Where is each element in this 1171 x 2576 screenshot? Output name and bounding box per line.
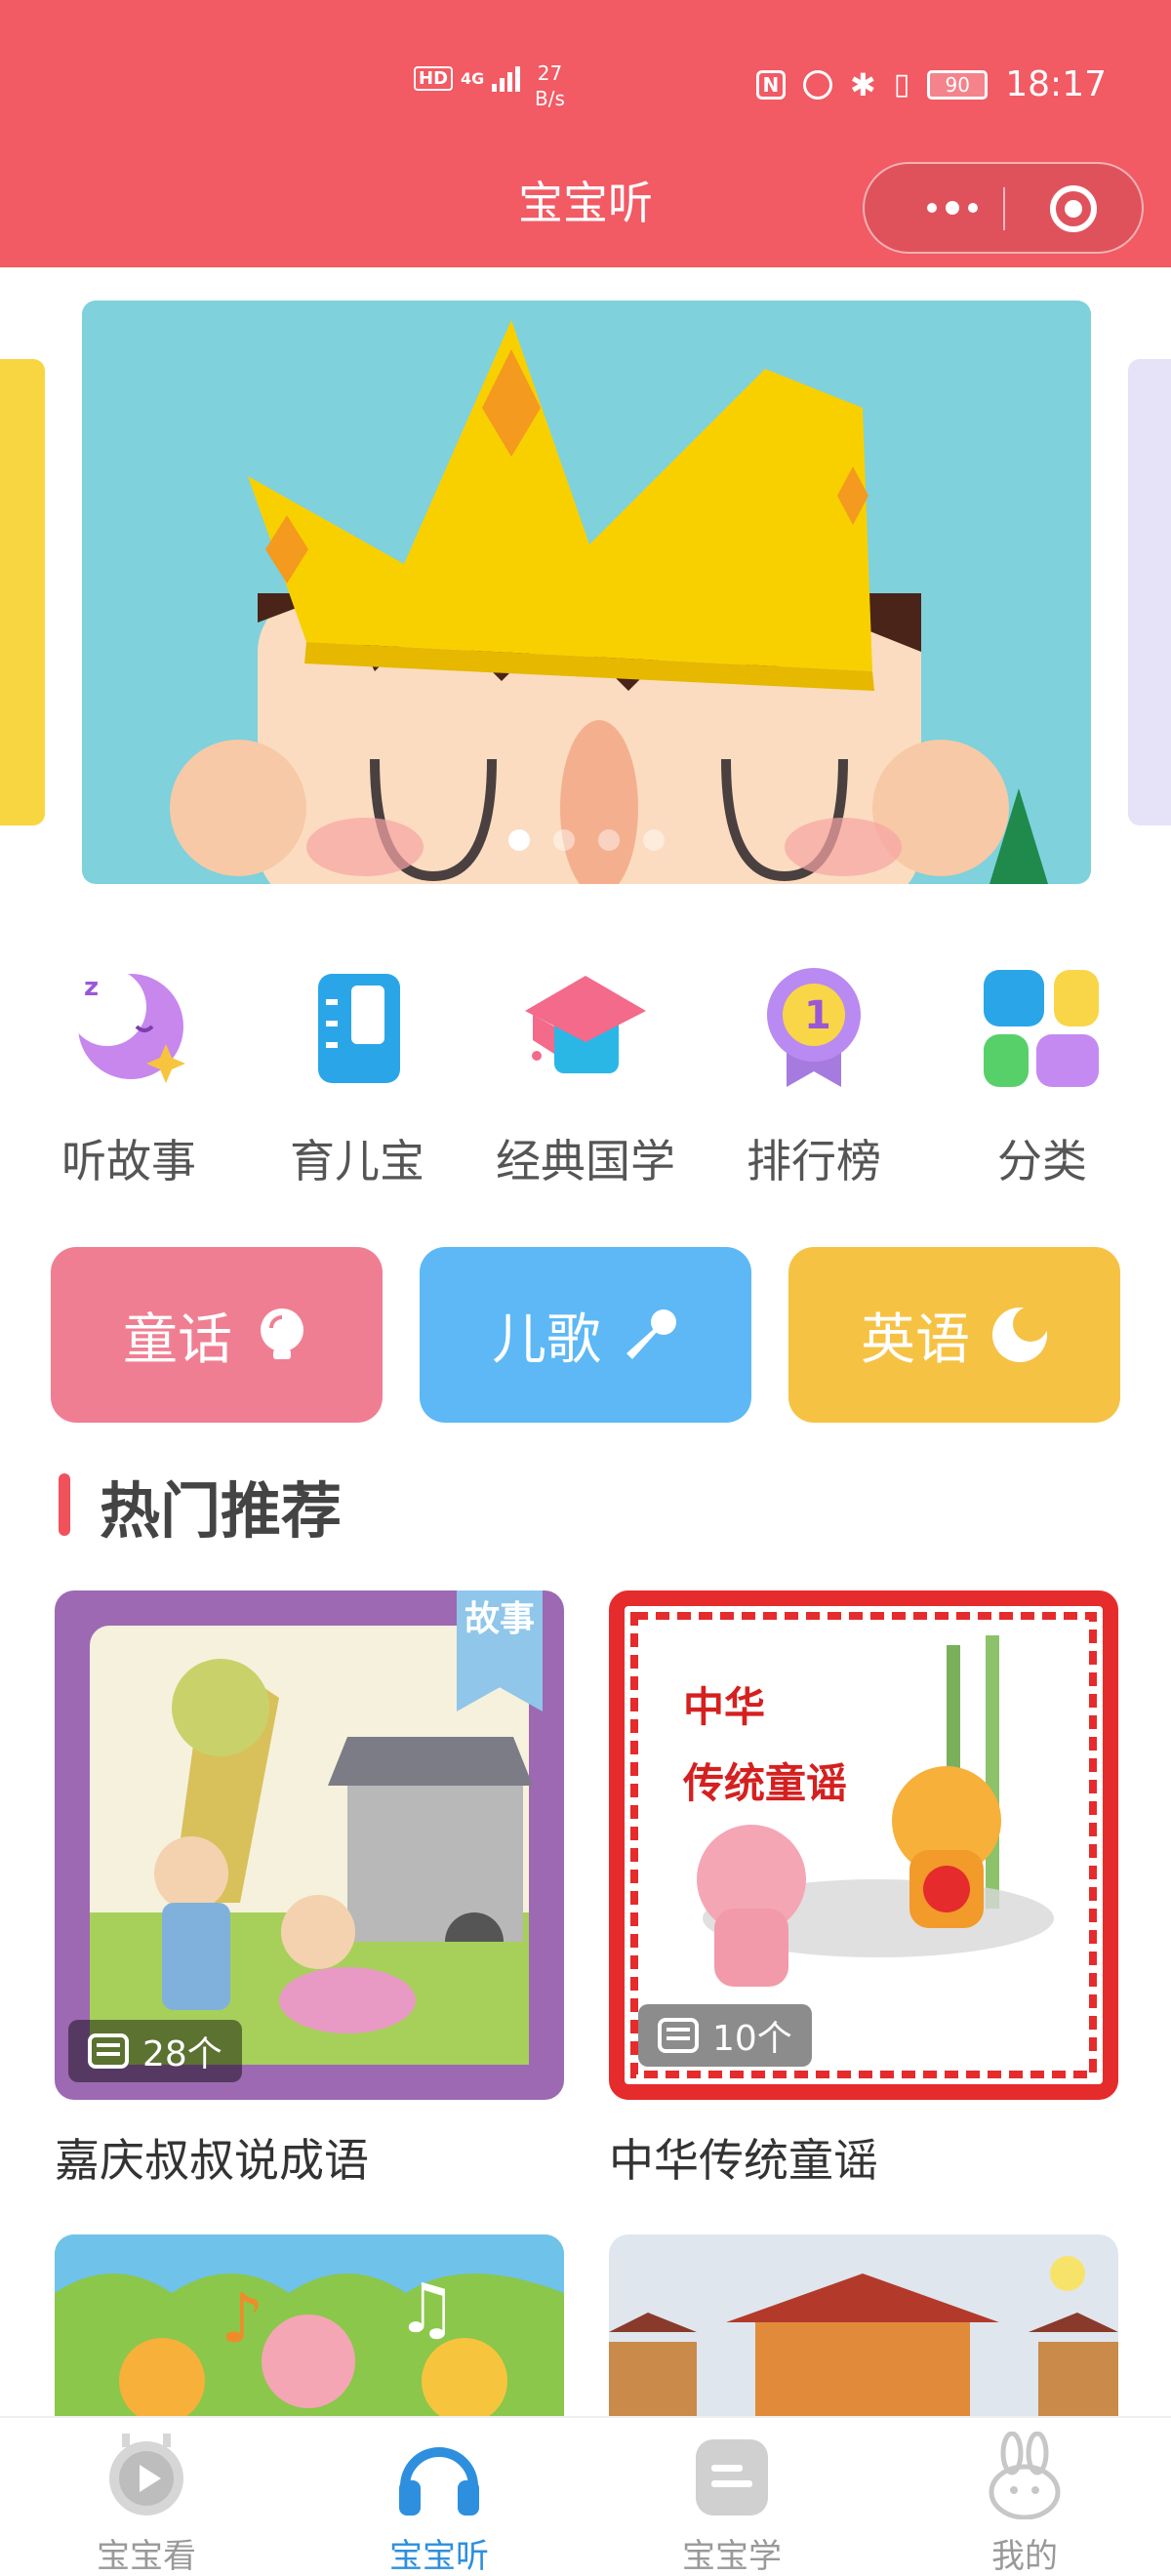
banner-illustration (170, 320, 1048, 884)
quick-nav-label: 育儿宝 (290, 1135, 424, 1187)
carousel-dot[interactable] (508, 829, 530, 851)
tab-label: 宝宝听 (389, 2537, 489, 2576)
play-tv-icon (102, 2432, 190, 2519)
tab-mine[interactable]: 我的 (927, 2431, 1122, 2576)
quick-nav-label: 分类 (997, 1135, 1087, 1187)
signal-icon (492, 64, 521, 92)
album-title: 嘉庆叔叔说成语 (55, 2134, 369, 2187)
list-icon (658, 2018, 699, 2053)
album-cover: 故事 28个 (55, 1590, 564, 2100)
quick-nav: z 听故事 育儿宝 经典国学 1 排行榜 分类 (0, 966, 1171, 1200)
album-card[interactable] (609, 2234, 1118, 2416)
episode-count-badge: 10个 (638, 2004, 812, 2067)
album-card[interactable]: 故事 28个 嘉庆叔叔说成语 (55, 1590, 564, 2190)
nfc-icon: N (755, 69, 786, 100)
rabbit-icon (981, 2431, 1069, 2520)
banner-prev-peek[interactable] (0, 359, 45, 825)
pill-fairy-tale[interactable]: 童话 (51, 1247, 383, 1423)
pill-nursery-rhyme[interactable]: 儿歌 (420, 1247, 751, 1423)
cover-illustration (609, 2256, 1118, 2416)
lightbulb-icon (254, 1307, 310, 1363)
tab-watch[interactable]: 宝宝看 (49, 2432, 244, 2576)
svg-text:z: z (84, 973, 99, 1002)
section-title: 热门推荐 (100, 1475, 343, 1547)
category-grid-icon (982, 966, 1103, 1087)
speed-value: 27 (537, 61, 563, 85)
quick-nav-parenting[interactable]: 育儿宝 (260, 966, 455, 1190)
cover-illustration: ♪ ♫ (55, 2234, 564, 2416)
status-bar: HD 4G 27 B/s N ✱ ▯ 90 18:17 (0, 57, 1171, 115)
episode-count: 10个 (712, 2019, 792, 2059)
episode-count: 28个 (142, 2034, 222, 2074)
speed-unit: B/s (535, 87, 565, 110)
quick-nav-label: 听故事 (61, 1135, 196, 1187)
album-cover (609, 2234, 1118, 2416)
headphones-icon (395, 2432, 483, 2519)
moon-star-icon: z (68, 966, 189, 1087)
tab-label: 宝宝看 (97, 2537, 196, 2576)
medal-icon: 1 (753, 966, 874, 1087)
network-type: 4G (461, 68, 485, 88)
tab-label: 我的 (991, 2537, 1058, 2576)
svg-text:♫: ♫ (396, 2269, 458, 2349)
tab-listen[interactable]: 宝宝听 (342, 2432, 537, 2576)
notebook-icon (297, 966, 418, 1087)
carousel-dots (82, 829, 1091, 851)
bottom-tab-bar: 宝宝看 宝宝听 宝宝学 我的 (0, 2416, 1171, 2576)
network-speed: 27 B/s (535, 60, 565, 111)
tab-learn[interactable]: 宝宝学 (634, 2432, 829, 2576)
hd-badge: HD (414, 65, 454, 91)
pill-label: 儿歌 (492, 1308, 601, 1372)
carousel-dot[interactable] (598, 829, 620, 851)
vibrate-icon: ▯ (893, 67, 910, 101)
book-icon (688, 2432, 776, 2519)
alarm-icon (802, 69, 832, 100)
quick-nav-story[interactable]: z 听故事 (31, 966, 226, 1190)
microphone-icon (623, 1307, 679, 1363)
pill-english[interactable]: 英语 (788, 1247, 1120, 1423)
miniprogram-capsule (863, 162, 1144, 254)
svg-text:1: 1 (804, 993, 831, 1038)
album-cover: 中华 传统童谣 10个 (609, 1590, 1118, 2100)
album-card[interactable]: ♪ ♫ (55, 2234, 564, 2416)
album-card[interactable]: 中华 传统童谣 10个 中华传统童谣 (609, 1590, 1118, 2190)
status-icons: N ✱ ▯ 90 18:17 (755, 64, 1107, 104)
network-indicator: HD 4G (414, 64, 521, 92)
app-header: HD 4G 27 B/s N ✱ ▯ 90 18:17 宝宝听 (0, 0, 1171, 267)
graduation-cap-icon (525, 966, 646, 1087)
svg-text:♪: ♪ (221, 2278, 264, 2358)
banner-carousel[interactable] (82, 301, 1091, 884)
pill-label: 英语 (861, 1308, 970, 1372)
album-cover: ♪ ♫ (55, 2234, 564, 2416)
list-icon (88, 2033, 129, 2069)
cover-title-1: 中华 (683, 1683, 766, 1731)
album-title: 中华传统童谣 (609, 2134, 878, 2187)
capsule-divider (1003, 187, 1005, 230)
carousel-dot[interactable] (553, 829, 575, 851)
cover-title-2: 传统童谣 (683, 1759, 848, 1807)
moon-icon (991, 1307, 1048, 1363)
quick-nav-ranking[interactable]: 1 排行榜 (716, 966, 911, 1190)
battery-icon: 90 (927, 69, 989, 100)
close-miniprogram-button[interactable] (1050, 185, 1097, 232)
more-button[interactable] (904, 164, 1001, 252)
tab-label: 宝宝学 (682, 2537, 782, 2576)
quick-nav-label: 排行榜 (747, 1135, 881, 1187)
pill-label: 童话 (123, 1308, 232, 1372)
quick-nav-classics[interactable]: 经典国学 (488, 966, 683, 1190)
bluetooth-icon: ✱ (849, 65, 876, 103)
quick-nav-category[interactable]: 分类 (945, 966, 1140, 1190)
carousel-dot[interactable] (643, 829, 665, 851)
episode-count-badge: 28个 (68, 2020, 242, 2082)
clock-time: 18:17 (1005, 64, 1107, 104)
banner-next-peek[interactable] (1128, 359, 1171, 825)
quick-nav-label: 经典国学 (496, 1135, 675, 1187)
section-accent-bar (59, 1473, 70, 1536)
